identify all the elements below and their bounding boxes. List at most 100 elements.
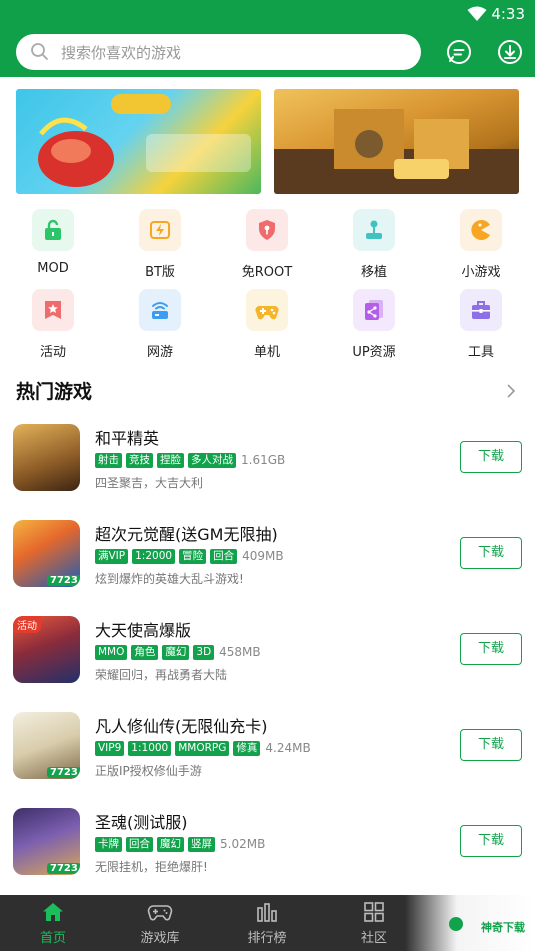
category-label: 网游	[146, 345, 173, 360]
watermark: 神奇下载	[405, 895, 535, 951]
category-tools[interactable]: 工具	[441, 289, 521, 360]
share-icon	[353, 289, 395, 331]
game-tag: 魔幻	[157, 836, 184, 852]
nav-item-ranking[interactable]: 排行榜	[222, 895, 312, 951]
game-tag: 射击	[95, 452, 122, 468]
game-description: 荣耀回归，再战勇者大陆	[95, 668, 228, 682]
category-no-root[interactable]: 免ROOT	[227, 209, 307, 280]
game-row[interactable]: 7723 超次元觉醒(送GM无限抽) 满VIP 1:2000 冒险 回合 409…	[0, 516, 535, 612]
search-input[interactable]: 搜索你喜欢的游戏	[16, 34, 421, 70]
game-size: 5.02MB	[220, 837, 266, 851]
game-icon	[13, 424, 80, 491]
section-title: 热门游戏	[16, 381, 93, 403]
toolbox-icon	[460, 289, 502, 331]
event-badge: 活动	[13, 616, 41, 633]
grid-icon	[364, 902, 384, 922]
game-row[interactable]: 活动 大天使高爆版 MMO 角色 魔幻 3D 458MB 荣耀回归，再战勇者大陆…	[0, 612, 535, 708]
game-name: 圣魂(测试服)	[95, 813, 188, 832]
nav-label: 首页	[39, 931, 66, 946]
game-tag: 竞技	[126, 452, 153, 468]
nav-label: 游戏库	[140, 931, 180, 946]
status-time: 4:33	[491, 5, 525, 23]
wifi-icon	[467, 6, 487, 21]
home-icon	[43, 903, 63, 921]
game-tag: MMO	[95, 644, 128, 660]
game-tags: MMO 角色 魔幻 3D 458MB	[95, 644, 261, 660]
nav-item-game-library[interactable]: 游戏库	[115, 895, 205, 951]
brand-badge: 7723	[47, 575, 80, 586]
gamepad-icon	[147, 905, 173, 921]
message-icon[interactable]	[446, 39, 472, 65]
pacman-icon	[460, 209, 502, 251]
download-button[interactable]: 下载	[460, 537, 522, 569]
download-button[interactable]: 下载	[460, 633, 522, 665]
game-tag: 3D	[193, 644, 215, 660]
nav-item-home[interactable]: 首页	[8, 895, 98, 951]
app-header: 4:33 搜索你喜欢的游戏	[0, 0, 535, 77]
game-tag: 回合	[210, 548, 238, 564]
lock-open-icon	[32, 209, 74, 251]
game-icon: 7723	[13, 712, 80, 779]
banner-ad-1[interactable]	[16, 89, 261, 194]
download-button[interactable]: 下载	[460, 441, 522, 473]
game-tag: 多人对战	[188, 452, 236, 468]
category-label: MOD	[37, 261, 69, 276]
download-button[interactable]: 下载	[460, 825, 522, 857]
game-name: 大天使高爆版	[95, 621, 192, 640]
game-tag: 魔幻	[162, 644, 190, 660]
category-bt[interactable]: BT版	[120, 209, 200, 280]
game-tag: VIP9	[95, 740, 125, 756]
game-description: 炫到爆炸的英雄大乱斗游戏!	[95, 572, 244, 586]
game-name: 和平精英	[95, 429, 160, 448]
game-description: 无限挂机，拒绝爆肝!	[95, 860, 208, 874]
game-tag: 捏脸	[157, 452, 184, 468]
game-name: 超次元觉醒(送GM无限抽)	[95, 525, 278, 544]
category-event[interactable]: 活动	[13, 289, 93, 360]
game-tag: 1:1000	[128, 740, 172, 756]
chevron-right-icon[interactable]	[506, 383, 516, 399]
category-mod[interactable]: MOD	[13, 209, 93, 276]
game-row[interactable]: 7723 凡人修仙传(无限仙充卡) VIP9 1:1000 MMORPG 修真 …	[0, 708, 535, 804]
category-label: BT版	[145, 265, 175, 280]
lightning-icon	[139, 209, 181, 251]
network-icon	[139, 289, 181, 331]
game-description: 四圣聚吉，大吉大利	[95, 476, 204, 490]
game-tags: 卡牌 回合 魔幻 竖屏 5.02MB	[95, 836, 265, 852]
category-label: UP资源	[352, 345, 396, 360]
game-tag: 1:2000	[132, 548, 176, 564]
status-bar: 4:33	[0, 0, 535, 30]
category-up-resource[interactable]: UP资源	[334, 289, 414, 360]
star-flag-icon	[32, 289, 74, 331]
download-button[interactable]: 下载	[460, 729, 522, 761]
game-size: 409MB	[242, 549, 284, 563]
watermark-text: 神奇下载	[481, 921, 525, 934]
brand-badge: 7723	[47, 767, 80, 778]
gamepad-icon	[246, 289, 288, 331]
download-manager-icon[interactable]	[497, 39, 523, 65]
game-tag: 角色	[131, 644, 159, 660]
banner-ad-2[interactable]	[274, 89, 519, 194]
category-label: 移植	[360, 265, 387, 280]
category-label: 免ROOT	[241, 265, 293, 280]
game-tag: 卡牌	[95, 836, 122, 852]
category-online[interactable]: 网游	[120, 289, 200, 360]
game-tags: 射击 竞技 捏脸 多人对战 1.61GB	[95, 452, 285, 468]
game-tag: MMORPG	[175, 740, 230, 756]
category-label: 单机	[253, 345, 280, 360]
category-label: 小游戏	[461, 265, 501, 280]
game-row[interactable]: 和平精英 射击 竞技 捏脸 多人对战 1.61GB 四圣聚吉，大吉大利 下载	[0, 420, 535, 516]
category-single[interactable]: 单机	[227, 289, 307, 360]
game-tag: 竖屏	[188, 836, 215, 852]
search-icon	[31, 43, 48, 60]
banner-art-1	[38, 94, 251, 187]
category-mini-game[interactable]: 小游戏	[441, 209, 521, 280]
watermark-logo-icon	[449, 917, 463, 931]
category-port[interactable]: 移植	[334, 209, 414, 280]
game-tag: 冒险	[179, 548, 207, 564]
game-tag: 修真	[233, 740, 261, 756]
category-label: 活动	[39, 345, 66, 360]
game-row[interactable]: 7723 圣魂(测试服) 卡牌 回合 魔幻 竖屏 5.02MB 无限挂机，拒绝爆…	[0, 804, 535, 900]
brand-badge: 7723	[47, 863, 80, 874]
game-description: 正版IP授权修仙手游	[95, 764, 202, 778]
game-size: 458MB	[219, 645, 261, 659]
